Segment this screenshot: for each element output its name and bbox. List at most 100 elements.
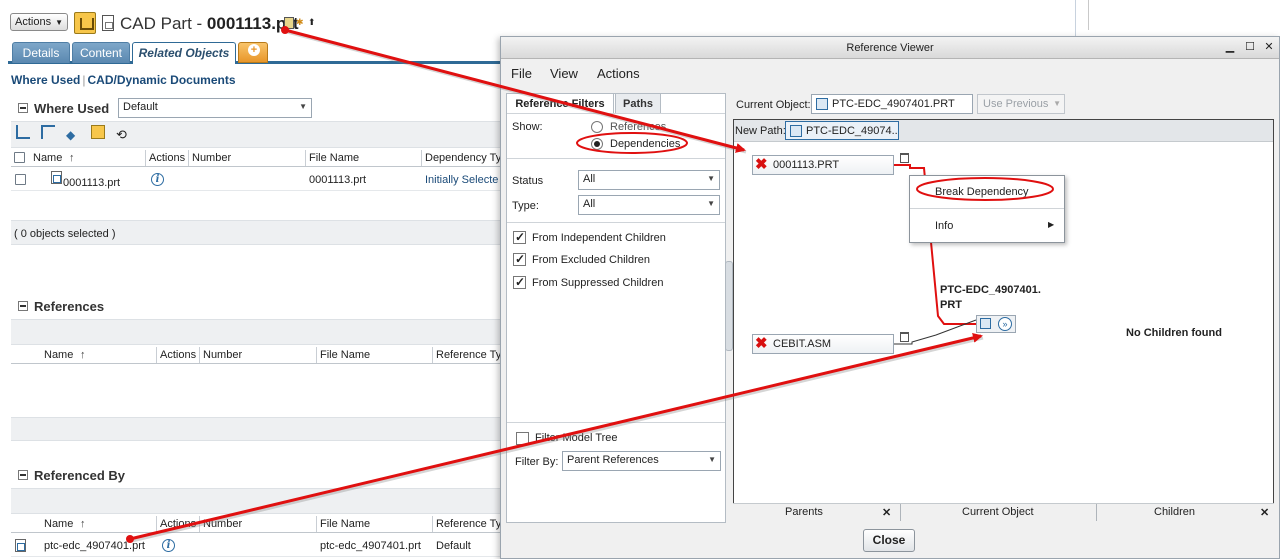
- column-header-actions[interactable]: Actions: [160, 349, 196, 361]
- tree-icon[interactable]: [91, 125, 105, 139]
- close-icon[interactable]: ✕: [882, 506, 891, 519]
- column-header-number[interactable]: Number: [203, 349, 242, 361]
- row-name[interactable]: 0001113.prt: [63, 177, 120, 189]
- tab-content[interactable]: Content: [72, 42, 130, 63]
- row-file-name: 0001113.prt: [309, 174, 367, 186]
- sort-icon: ↑: [80, 518, 86, 530]
- divider: [1088, 0, 1089, 30]
- status-select[interactable]: All ▼: [578, 170, 720, 190]
- minimize-icon[interactable]: ▁: [1223, 40, 1237, 54]
- menu-view[interactable]: View: [550, 66, 578, 81]
- menu-item-break-dependency[interactable]: Break Dependency: [935, 186, 1029, 198]
- show-label: Show:: [512, 121, 543, 133]
- menu-actions[interactable]: Actions: [597, 66, 640, 81]
- nav-link-where-used[interactable]: Where Used: [11, 73, 80, 87]
- column-header-reference-type[interactable]: Reference Ty: [436, 518, 501, 530]
- where-used-filter-select[interactable]: Default ▼: [118, 98, 312, 118]
- cad-document-icon: [15, 539, 26, 552]
- column-header-file-name[interactable]: File Name: [320, 349, 370, 361]
- column-header-number[interactable]: Number: [203, 518, 242, 530]
- tab-paths[interactable]: Paths: [615, 93, 661, 113]
- close-icon[interactable]: ✕: [1260, 506, 1269, 519]
- checkbox-filter-model-tree[interactable]: [516, 432, 529, 445]
- type-select[interactable]: All ▼: [578, 195, 720, 215]
- checkbox-independent-children[interactable]: [513, 230, 526, 244]
- expand-icon[interactable]: [16, 125, 30, 139]
- current-object-field[interactable]: PTC-EDC_4907401.PRT: [811, 94, 973, 114]
- context-menu: Break Dependency Info ▶: [909, 175, 1065, 243]
- column-header-name[interactable]: Name: [44, 518, 73, 530]
- column-header-actions[interactable]: Actions: [149, 152, 185, 164]
- column-header-actions[interactable]: Actions: [160, 518, 196, 530]
- column-header-number[interactable]: Number: [192, 152, 231, 164]
- menu-item-info[interactable]: Info: [935, 220, 953, 232]
- chevron-down-icon: ▼: [707, 174, 715, 183]
- collapse-icon[interactable]: [18, 470, 28, 480]
- where-used-header[interactable]: Where Used: [18, 101, 109, 117]
- close-button[interactable]: Close: [863, 529, 915, 552]
- background-area: [1076, 0, 1280, 30]
- column-header-name[interactable]: Name: [33, 152, 62, 164]
- status-label: Status: [512, 175, 544, 187]
- menu-file[interactable]: File: [511, 66, 532, 81]
- radio-references-label[interactable]: References: [610, 121, 666, 133]
- referenced-by-header[interactable]: Referenced By: [18, 468, 125, 484]
- page-title-prefix: CAD Part -: [120, 14, 207, 33]
- related-objects-nav: Where Used | CAD/Dynamic Documents: [11, 73, 236, 87]
- checkbox-excluded-children[interactable]: [513, 252, 526, 266]
- cad-part-icon: [816, 98, 828, 110]
- panel-splitter[interactable]: [725, 261, 733, 351]
- close-icon[interactable]: ✕: [1262, 40, 1276, 54]
- collapse-icon[interactable]: [18, 103, 28, 113]
- column-header-file-name[interactable]: File Name: [309, 152, 359, 164]
- filter-icon[interactable]: ◆: [66, 128, 80, 142]
- filter-model-tree-label[interactable]: Filter Model Tree: [535, 432, 618, 444]
- column-header-name[interactable]: Name: [44, 349, 73, 361]
- checkbox-suppressed-children[interactable]: [513, 275, 526, 289]
- checkbox-suppressed-children-label[interactable]: From Suppressed Children: [532, 277, 663, 289]
- use-previous-button[interactable]: Use Previous ▼: [977, 94, 1065, 114]
- radio-dependencies[interactable]: [591, 138, 603, 150]
- tab-related-objects[interactable]: Related Objects: [132, 42, 236, 64]
- table-row[interactable]: ptc-edc_4907401.prt i ptc-edc_4907401.pr…: [11, 535, 511, 557]
- column-header-file-name[interactable]: File Name: [320, 518, 370, 530]
- filter-by-value: Parent References: [567, 454, 659, 466]
- add-tab-button[interactable]: [238, 42, 268, 63]
- select-all-checkbox[interactable]: [14, 152, 25, 163]
- info-icon[interactable]: i: [162, 539, 175, 552]
- row-file-name: ptc-edc_4907401.prt: [320, 540, 421, 552]
- checkbox-independent-children-label[interactable]: From Independent Children: [532, 232, 666, 244]
- radio-dependencies-label[interactable]: Dependencies: [610, 138, 680, 150]
- filter-by-label: Filter By:: [515, 456, 559, 468]
- actions-menu-button[interactable]: Actions ▼: [10, 13, 68, 31]
- checkbox-excluded-children-label[interactable]: From Excluded Children: [532, 254, 650, 266]
- info-icon[interactable]: i: [151, 173, 164, 186]
- table-row[interactable]: 0001113.prt i 0001113.prt Initially Sele…: [11, 169, 511, 191]
- row-name[interactable]: ptc-edc_4907401.prt: [44, 540, 145, 552]
- column-header-dependency-type[interactable]: Dependency Ty: [425, 152, 501, 164]
- collapse-icon[interactable]: [18, 301, 28, 311]
- column-header-reference-type[interactable]: Reference Ty: [436, 349, 501, 361]
- referenced-by-toolbar: [11, 488, 511, 514]
- status-value: All: [583, 173, 596, 185]
- column-tab-current-object[interactable]: Current Object: [962, 506, 1034, 518]
- maximize-icon[interactable]: ☐: [1243, 40, 1257, 54]
- nav-link-cad-documents[interactable]: CAD/Dynamic Documents: [87, 73, 235, 87]
- refresh-icon[interactable]: ⟲: [116, 127, 130, 142]
- current-object-value: PTC-EDC_4907401.PRT: [832, 98, 955, 110]
- column-tab-children[interactable]: Children: [1154, 506, 1195, 518]
- reference-filters-panel: Reference Filters Paths Show: References…: [506, 93, 726, 523]
- row-reference-type: Default: [436, 540, 471, 552]
- dialog-title-bar[interactable]: Reference Viewer ▁ ☐ ✕: [501, 37, 1279, 59]
- row-checkbox[interactable]: [15, 174, 26, 185]
- where-used-footer: ( 0 objects selected ): [11, 220, 511, 245]
- tab-details[interactable]: Details: [12, 42, 70, 63]
- radio-references[interactable]: [591, 121, 603, 133]
- nav-separator: |: [82, 73, 86, 87]
- tab-reference-filters[interactable]: Reference Filters: [506, 93, 614, 113]
- filter-by-select[interactable]: Parent References ▼: [562, 451, 721, 471]
- references-header[interactable]: References: [18, 299, 104, 315]
- structure-icon[interactable]: [41, 125, 55, 139]
- column-tab-parents[interactable]: Parents: [785, 506, 823, 518]
- workspace-icon: [284, 17, 294, 29]
